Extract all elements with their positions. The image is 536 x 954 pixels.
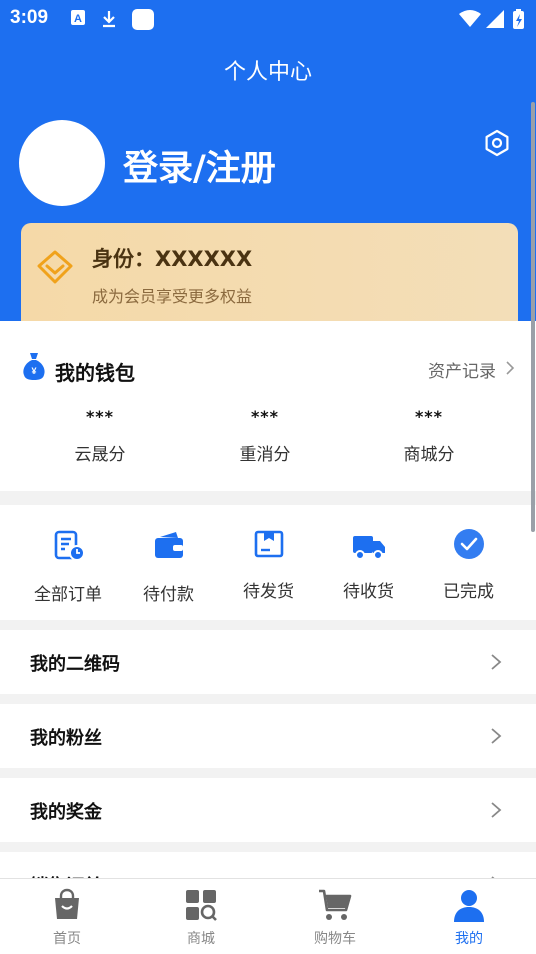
tab-cart[interactable]: 购物车	[268, 879, 402, 954]
grid-search-icon	[186, 890, 217, 921]
shopping-bag-icon	[55, 888, 79, 919]
vip-card[interactable]: 身份：XXXXXX 成为会员享受更多权益	[21, 223, 518, 333]
wallet-pay-icon	[155, 532, 183, 558]
chevron-right-icon	[491, 728, 502, 744]
truck-icon	[353, 536, 385, 560]
order-label: 待发货	[243, 582, 294, 602]
wallet-value: ***	[85, 407, 115, 426]
download-icon	[103, 11, 115, 28]
chevron-right-icon	[491, 802, 502, 818]
menu-item-fans[interactable]: 我的粉丝	[0, 704, 536, 768]
order-label: 待收货	[343, 582, 394, 602]
chevron-right-icon	[491, 654, 502, 670]
money-bag-icon: ¥	[23, 353, 45, 380]
vip-subtitle: 成为会员享受更多权益	[92, 287, 253, 306]
vip-diamond-icon	[37, 250, 73, 284]
order-list-icon	[54, 530, 85, 561]
check-circle-icon	[454, 529, 484, 559]
order-label: 全部订单	[34, 585, 102, 605]
svg-text:A: A	[74, 13, 82, 25]
bottom-tab-bar: 首页 商城 购物车 我的	[0, 878, 536, 954]
vip-identity: 身份：XXXXXX	[92, 247, 253, 271]
notification-square-icon	[132, 9, 154, 30]
menu-label: 我的奖金	[30, 802, 102, 823]
order-label: 已完成	[443, 582, 494, 602]
person-icon	[454, 890, 484, 922]
menu-label: 我的粉丝	[30, 728, 102, 749]
scrollbar[interactable]	[531, 102, 535, 532]
wallet-value: ***	[414, 407, 444, 426]
order-label: 待付款	[143, 585, 194, 605]
asset-record-link[interactable]: 资产记录	[428, 357, 496, 382]
menu-item-bonus[interactable]: 我的奖金	[0, 778, 536, 842]
battery-charging-icon	[513, 9, 524, 29]
wallet-item-chongxiao[interactable]: *** 重消分	[185, 407, 345, 465]
wallet-title: 我的钱包	[55, 361, 135, 385]
svg-text:¥: ¥	[31, 366, 36, 376]
signal-icon	[486, 10, 504, 28]
cart-icon	[319, 889, 352, 920]
tab-mall[interactable]: 商城	[134, 879, 268, 954]
menu-item-qrcode[interactable]: 我的二维码	[0, 630, 536, 694]
status-bar: 3:09 A	[0, 0, 536, 38]
tab-label: 首页	[53, 931, 81, 947]
wallet-label: 商城分	[403, 445, 455, 465]
wallet-item-shangcheng[interactable]: *** 商城分	[349, 407, 509, 465]
tab-label: 我的	[455, 931, 483, 947]
wallet-item-yunsheng[interactable]: *** 云晟分	[20, 407, 180, 465]
login-register-link[interactable]: 登录/注册	[123, 140, 276, 191]
profile-header: 个人中心 登录/注册 身份：XXXXXX 成为会员享受更多权益	[0, 38, 536, 333]
wifi-icon	[459, 10, 481, 27]
avatar[interactable]	[19, 120, 105, 206]
keyboard-a-icon: A	[71, 10, 85, 25]
wallet-card: ¥ 我的钱包 资产记录 *** 云晟分 *** 重消分 *** 商城分	[0, 321, 536, 491]
package-icon	[254, 530, 284, 558]
wallet-label: 云晟分	[74, 445, 126, 465]
tab-label: 购物车	[314, 931, 356, 947]
settings-icon[interactable]	[482, 128, 512, 158]
wallet-value: ***	[250, 407, 280, 426]
orders-panel: 全部订单 待付款 待发货 待收货 已完成	[0, 505, 536, 620]
chevron-right-icon[interactable]	[504, 360, 516, 376]
tab-mine[interactable]: 我的	[402, 879, 536, 954]
tab-label: 商城	[187, 931, 215, 947]
wallet-label: 重消分	[239, 445, 291, 465]
page-title: 个人中心	[223, 60, 312, 85]
status-time: 3:09	[10, 7, 49, 28]
tab-home[interactable]: 首页	[0, 879, 134, 954]
menu-label: 我的二维码	[30, 654, 120, 675]
